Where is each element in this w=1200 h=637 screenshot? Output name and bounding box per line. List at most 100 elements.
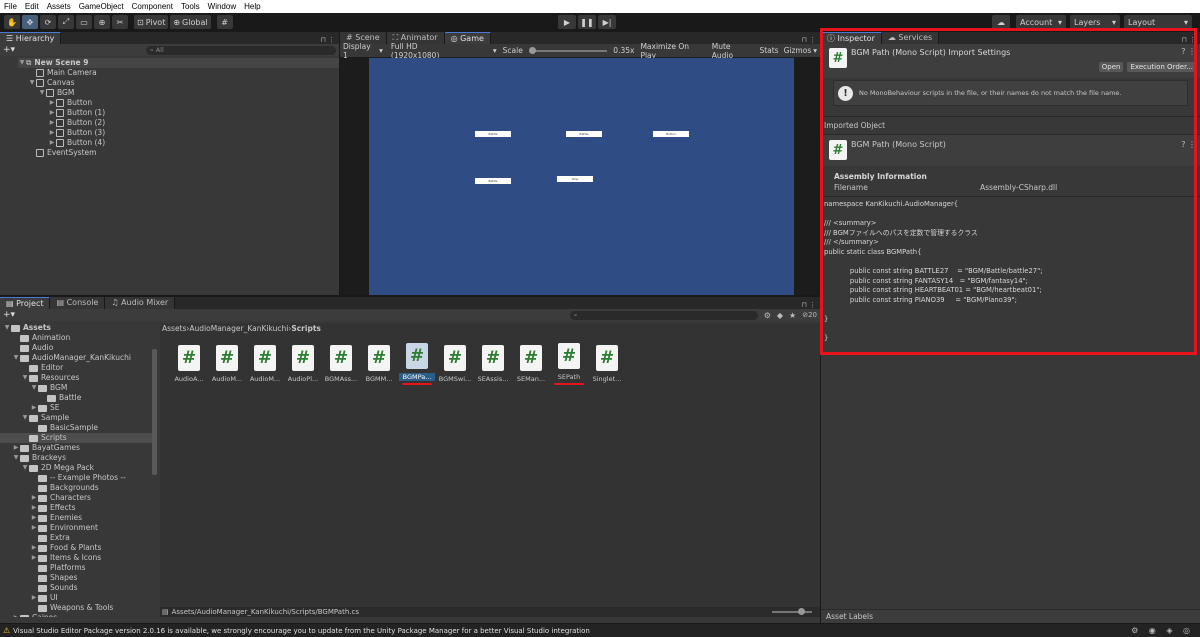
folder-arrow-icon[interactable]: ▶	[12, 443, 20, 453]
gizmos-toggle[interactable]: Gizmos	[784, 46, 812, 55]
rotate-tool-icon[interactable]: ⟳	[40, 15, 56, 29]
grid-snap-icon[interactable]: #	[216, 15, 233, 29]
folder-arrow-icon[interactable]: ▶	[30, 503, 38, 513]
collapse-arrow-icon[interactable]: ▶	[48, 118, 56, 128]
folder-arrow-icon[interactable]: ▶	[30, 553, 38, 563]
folder-arrow-icon[interactable]: ▼	[21, 463, 29, 473]
folder-item[interactable]: Editor	[0, 363, 152, 373]
asset-labels-bar[interactable]: Asset Labels	[821, 609, 1200, 623]
ui-button[interactable]: Battle	[566, 131, 602, 137]
folder-item[interactable]: Audio	[0, 343, 152, 353]
panel-menu-icon[interactable]: ⊓ ⋮	[797, 301, 820, 309]
collapse-arrow-icon[interactable]: ▶	[48, 128, 56, 138]
script-asset[interactable]: # AudioM...	[208, 345, 246, 383]
expand-arrow-icon[interactable]: ▼	[38, 88, 46, 98]
tab-inspector[interactable]: ⓘ Inspector	[821, 32, 882, 44]
hierarchy-item[interactable]: ▼ ⧉ New Scene 9	[18, 58, 339, 68]
lock-icon[interactable]: ⊓ ⋮	[316, 36, 339, 44]
script-asset[interactable]: # SEAssis...	[474, 345, 512, 383]
folder-arrow-icon[interactable]: ▼	[21, 413, 29, 423]
folder-item[interactable]: BasicSample	[0, 423, 152, 433]
zoom-slider[interactable]	[772, 608, 812, 615]
hidden-count-icon[interactable]: ⊘20	[802, 311, 817, 319]
scale-slider[interactable]	[528, 46, 608, 54]
status-message[interactable]: Visual Studio Editor Package version 2.0…	[13, 627, 590, 635]
menu-tools[interactable]: Tools	[181, 0, 200, 13]
label-icon[interactable]: ◆	[777, 311, 783, 320]
folder-item[interactable]: Scripts	[0, 433, 152, 443]
folder-item[interactable]: ▶ Effects	[0, 503, 152, 513]
folder-item[interactable]: ▶ Characters	[0, 493, 152, 503]
add-icon[interactable]: +▾	[3, 310, 15, 320]
account-dropdown[interactable]: Account ▾	[1016, 15, 1066, 29]
collapse-arrow-icon[interactable]: ▶	[48, 108, 56, 118]
ui-button[interactable]: Battle	[475, 178, 511, 184]
menu-window[interactable]: Window	[208, 0, 236, 13]
folder-item[interactable]: ▼ Resources	[0, 373, 152, 383]
menu-edit[interactable]: Edit	[25, 0, 39, 13]
ui-button[interactable]: Stop	[557, 176, 593, 182]
script-asset[interactable]: # AudioM...	[246, 345, 284, 383]
script-asset[interactable]: # AudioA...	[170, 345, 208, 383]
script-asset[interactable]: # SEPath	[550, 343, 588, 385]
transform-tool-icon[interactable]: ⊕	[94, 15, 110, 29]
cloud-icon[interactable]: ☁	[992, 15, 1010, 29]
tab-project[interactable]: ▤ Project	[0, 297, 51, 309]
panel-menu-icon[interactable]: ⊓ ⋮	[1177, 36, 1200, 44]
folder-item[interactable]: Shapes	[0, 573, 152, 583]
object-menu-icon[interactable]: ? ⋮	[1181, 140, 1196, 149]
script-asset[interactable]: # BGMSwi...	[436, 345, 474, 383]
expand-arrow-icon[interactable]: ▼	[28, 78, 36, 88]
folder-item[interactable]: ▼ Assets	[0, 323, 152, 333]
project-search-input[interactable]: ⌕	[569, 310, 758, 320]
stats-toggle[interactable]: Stats	[759, 46, 778, 55]
menu-gameobject[interactable]: GameObject	[79, 0, 124, 13]
folder-arrow-icon[interactable]: ▼	[21, 373, 29, 383]
custom-tool-icon[interactable]: ✂	[112, 15, 128, 29]
resolution-dropdown[interactable]: Full HD (1920x1080)	[391, 42, 467, 60]
tree-scrollbar[interactable]	[152, 349, 157, 475]
folder-arrow-icon[interactable]: ▶	[30, 513, 38, 523]
display-dropdown[interactable]: Display 1	[343, 42, 377, 60]
tab-services[interactable]: ☁ Services	[881, 32, 940, 44]
breadcrumb-item[interactable]: Scripts	[291, 324, 321, 333]
script-asset[interactable]: # Singlet...	[588, 345, 626, 383]
play-button[interactable]: ▶	[558, 15, 576, 29]
filter-type-icon[interactable]: ⚙	[764, 311, 771, 320]
game-viewport[interactable]: Battle Battle Button Battle Stop	[369, 58, 794, 295]
folder-item[interactable]: Battle	[0, 393, 152, 403]
folder-arrow-icon[interactable]: ▶	[30, 593, 38, 603]
folder-item[interactable]: ▼ Sample	[0, 413, 152, 423]
scale-tool-icon[interactable]: ⤢	[58, 15, 74, 29]
pivot-toggle[interactable]: ⊡ Pivot	[134, 15, 169, 29]
folder-arrow-icon[interactable]: ▼	[30, 383, 38, 393]
folder-item[interactable]: Extra	[0, 533, 152, 543]
script-asset[interactable]: # BGMAss...	[322, 345, 360, 383]
folder-arrow-icon[interactable]: ▼	[3, 323, 11, 333]
breadcrumb-item[interactable]: AudioManager_KanKikuchi	[189, 324, 288, 333]
folder-item[interactable]: ▶ Cainos	[0, 613, 152, 617]
folder-item[interactable]: Platforms	[0, 563, 152, 573]
folder-item[interactable]: ▼ BGM	[0, 383, 152, 393]
ui-button[interactable]: Battle	[475, 131, 511, 137]
layout-dropdown[interactable]: Layout ▾	[1124, 15, 1192, 29]
star-icon[interactable]: ★	[789, 311, 796, 320]
folder-arrow-icon[interactable]: ▼	[12, 353, 20, 363]
hierarchy-item[interactable]: ▶ Button (4)	[18, 138, 339, 148]
menu-file[interactable]: File	[4, 0, 17, 13]
pause-button[interactable]: ❚❚	[578, 15, 596, 29]
folder-arrow-icon[interactable]: ▶	[12, 613, 20, 617]
tab-console[interactable]: ▤ Console	[50, 297, 106, 309]
inspector-menu-icon[interactable]: ? ⋮	[1181, 47, 1196, 56]
folder-arrow-icon[interactable]: ▶	[30, 493, 38, 503]
move-tool-icon[interactable]: ✥	[22, 15, 38, 29]
hierarchy-item[interactable]: EventSystem	[18, 148, 339, 158]
scale-slider-handle[interactable]	[528, 46, 536, 54]
folder-item[interactable]: Animation	[0, 333, 152, 343]
rect-tool-icon[interactable]: ▭	[76, 15, 92, 29]
tab-hierarchy[interactable]: ☰ Hierarchy	[0, 32, 62, 44]
collapse-arrow-icon[interactable]: ▶	[48, 98, 56, 108]
folder-item[interactable]: ▼ AudioManager_KanKikuchi	[0, 353, 152, 363]
folder-arrow-icon[interactable]: ▶	[30, 543, 38, 553]
folder-arrow-icon[interactable]: ▼	[12, 453, 20, 463]
